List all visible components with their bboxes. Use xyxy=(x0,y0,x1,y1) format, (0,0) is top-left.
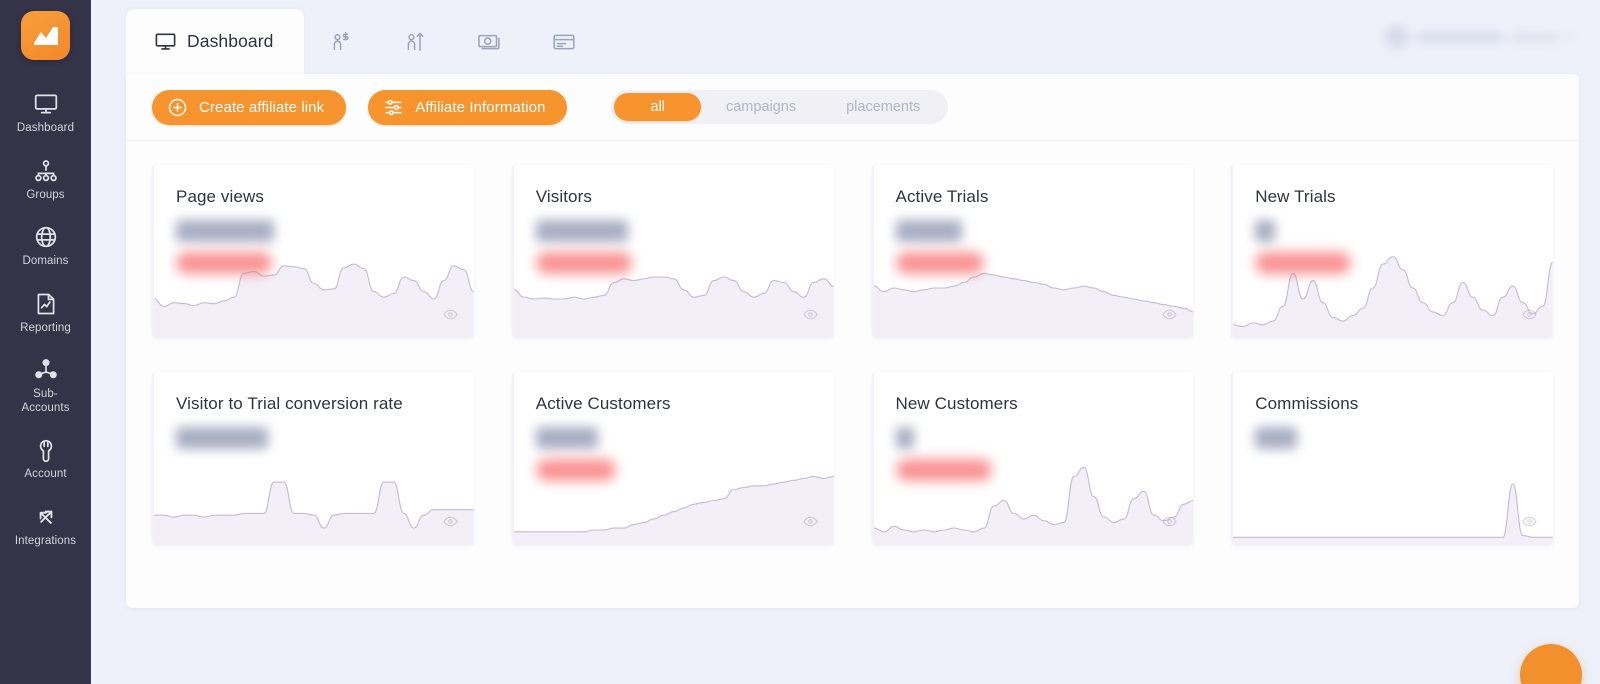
sliders-icon xyxy=(383,97,404,118)
sidebar: Dashboard Groups Domains Reporting Sub- … xyxy=(0,0,91,684)
monitor-icon xyxy=(33,91,59,117)
tab-billing[interactable] xyxy=(527,9,601,74)
metric-card-delta-redacted xyxy=(895,252,984,274)
sidebar-item-label: Groups xyxy=(26,188,65,201)
cash-money-icon xyxy=(476,28,503,55)
dashboard-panel: Dashboard Create affiliate link Affiliat… xyxy=(126,9,1579,608)
metric-card[interactable]: New Trials xyxy=(1231,165,1553,338)
metric-card[interactable]: Visitor to Trial conversion rate xyxy=(152,372,474,545)
main-area: Dashboard Create affiliate link Affiliat… xyxy=(91,0,1600,684)
metric-card-delta-redacted xyxy=(535,459,616,481)
monitor-icon xyxy=(154,30,177,53)
support-chat-fab[interactable] xyxy=(1520,644,1582,684)
person-arrow-up-icon xyxy=(402,29,428,55)
tab-affiliate-earnings[interactable] xyxy=(304,9,378,74)
app-root: Dashboard Groups Domains Reporting Sub- … xyxy=(0,0,1600,684)
metric-card-sparkline xyxy=(154,445,474,545)
tab-bar: Dashboard xyxy=(126,9,1579,74)
metric-card-title: Page views xyxy=(176,187,264,206)
share-nodes-icon xyxy=(33,357,59,383)
metric-card-title: New Customers xyxy=(895,394,1018,413)
sidebar-item-domains[interactable]: Domains xyxy=(0,215,91,276)
sidebar-item-label: Sub- Accounts xyxy=(21,388,70,414)
app-logo[interactable] xyxy=(21,11,70,60)
sidebar-item-account[interactable]: Account xyxy=(0,428,91,489)
metric-card-sparkline xyxy=(1233,445,1553,545)
segment-all[interactable]: all xyxy=(614,93,701,121)
metric-card[interactable]: New Customers xyxy=(871,372,1194,545)
eye-icon[interactable] xyxy=(1162,514,1177,532)
eye-icon[interactable] xyxy=(1522,307,1537,325)
metric-card-value-redacted xyxy=(176,427,268,449)
credit-card-icon xyxy=(551,29,577,55)
tab-affiliate-growth[interactable] xyxy=(378,9,452,74)
eye-icon[interactable] xyxy=(443,514,458,532)
dashboard-board: Create affiliate link Affiliate Informat… xyxy=(126,74,1579,608)
exchange-arrows-icon xyxy=(33,504,59,530)
person-dollar-icon xyxy=(328,29,354,55)
eye-icon[interactable] xyxy=(802,307,818,325)
metric-card-title: Visitors xyxy=(535,187,592,206)
metric-card-title: New Trials xyxy=(1255,187,1336,206)
tab-dashboard[interactable]: Dashboard xyxy=(126,9,304,74)
metric-cards-grid: Page views Visitors Active Trials New Trial… xyxy=(126,141,1579,545)
toolbar: Create affiliate link Affiliate Informat… xyxy=(126,74,1579,141)
globe-icon xyxy=(33,224,59,250)
metric-card-title: Active Trials xyxy=(895,187,989,206)
chart-mountain-logo-icon xyxy=(33,26,58,45)
button-label: Create affiliate link xyxy=(199,98,325,116)
metric-card-title: Visitor to Trial conversion rate xyxy=(176,394,403,413)
metric-card-value-redacted xyxy=(176,220,274,242)
plus-circle-icon xyxy=(167,97,188,118)
metric-card-title: Commissions xyxy=(1255,394,1359,413)
sidebar-item-label: Domains xyxy=(22,255,69,267)
sidebar-item-label: Reporting xyxy=(20,321,71,334)
metric-card[interactable]: Commissions xyxy=(1231,372,1553,545)
tab-payouts[interactable] xyxy=(452,9,527,74)
eye-icon[interactable] xyxy=(443,307,458,325)
sidebar-item-dashboard[interactable]: Dashboard xyxy=(0,82,91,143)
sidebar-item-label: Dashboard xyxy=(16,122,75,134)
sidebar-item-integrations[interactable]: Integrations xyxy=(0,495,91,556)
filter-segmented-control: all campaigns placements xyxy=(611,90,949,124)
metric-card[interactable]: Active Trials xyxy=(871,165,1194,338)
metric-card-value-redacted xyxy=(535,427,598,449)
metric-card-value-redacted xyxy=(895,427,914,449)
sitemap-icon xyxy=(33,158,59,184)
metric-card-value-redacted xyxy=(535,220,628,242)
segment-placements[interactable]: placements xyxy=(821,93,945,121)
metric-card-delta-redacted xyxy=(895,459,992,481)
tab-label: Dashboard xyxy=(187,31,274,51)
segment-campaigns[interactable]: campaigns xyxy=(701,93,821,121)
metric-card[interactable]: Active Customers xyxy=(511,372,834,545)
metric-card-value-redacted xyxy=(895,220,962,242)
affiliate-information-button[interactable]: Affiliate Information xyxy=(368,89,568,125)
button-label: Affiliate Information xyxy=(415,98,546,116)
sidebar-item-groups[interactable]: Groups xyxy=(0,149,91,210)
metric-card-delta-redacted xyxy=(1255,252,1352,274)
metric-card-value-redacted xyxy=(1255,220,1276,242)
sidebar-item-label: Integrations xyxy=(14,534,77,547)
sidebar-item-label: Account xyxy=(24,468,67,480)
metric-card-delta-redacted xyxy=(176,252,272,274)
metric-card-delta-redacted xyxy=(535,252,632,274)
sidebar-item-reporting[interactable]: Reporting xyxy=(0,282,91,343)
wrench-icon xyxy=(33,437,59,463)
metric-card-title: Active Customers xyxy=(535,394,671,413)
eye-icon[interactable] xyxy=(1162,307,1177,325)
metric-card[interactable]: Visitors xyxy=(511,165,834,338)
report-document-icon xyxy=(33,291,59,317)
sidebar-item-sub-accounts[interactable]: Sub- Accounts xyxy=(0,348,91,422)
create-affiliate-link-button[interactable]: Create affiliate link xyxy=(152,89,347,125)
metric-card[interactable]: Page views xyxy=(152,165,474,338)
eye-icon[interactable] xyxy=(802,514,818,532)
eye-icon[interactable] xyxy=(1522,514,1537,532)
metric-card-value-redacted xyxy=(1255,427,1298,449)
